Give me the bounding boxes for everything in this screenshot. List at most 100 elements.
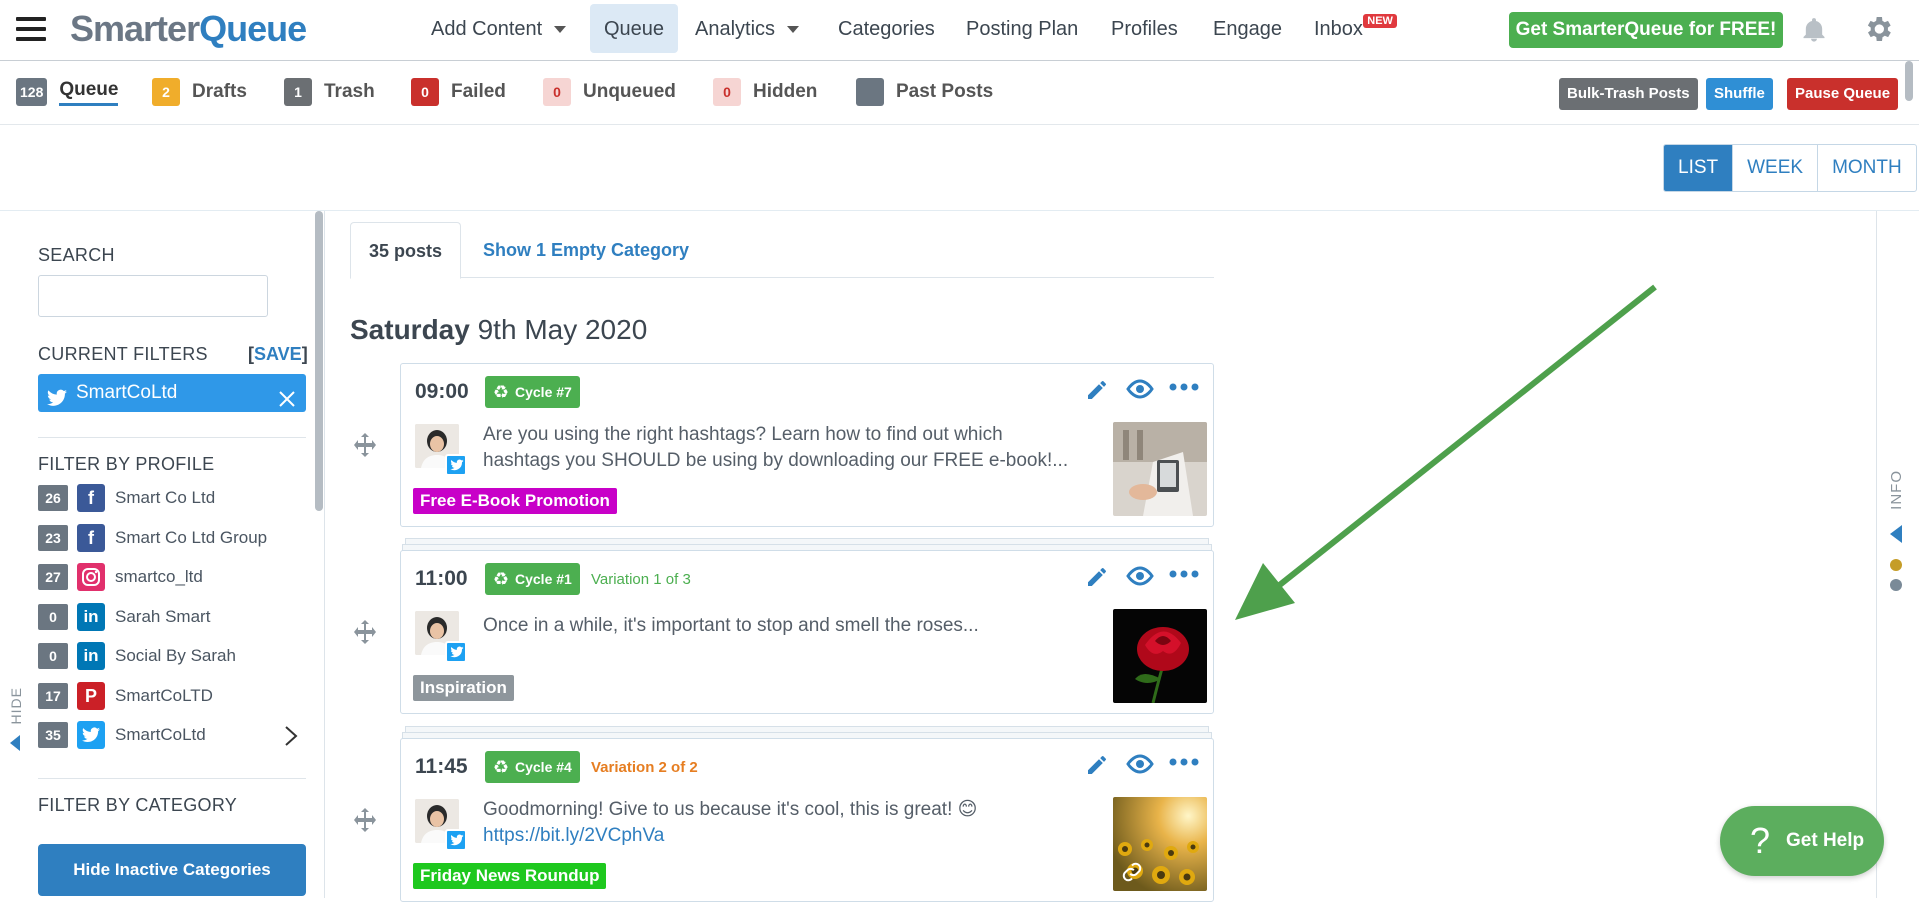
linkedin-icon: in bbox=[77, 603, 105, 631]
eye-icon[interactable] bbox=[1125, 752, 1155, 776]
post-image[interactable] bbox=[1113, 422, 1207, 516]
pause-queue-button[interactable]: Pause Queue bbox=[1787, 78, 1899, 110]
nav-inbox[interactable]: Inbox NEW bbox=[1314, 14, 1397, 41]
hide-inactive-categories-button[interactable]: Hide Inactive Categories bbox=[38, 844, 306, 896]
help-icon: ? bbox=[1750, 820, 1771, 861]
nav-add-content[interactable]: Add Content bbox=[431, 18, 567, 41]
cycle-badge: ♻ Cycle #1 bbox=[485, 563, 580, 595]
drag-handle-icon[interactable] bbox=[352, 432, 378, 458]
filter-sidebar: SEARCH CURRENT FILTERS [SAVE] SmartCoLtd… bbox=[0, 211, 325, 898]
tab-drafts[interactable]: 2 Drafts bbox=[152, 77, 247, 107]
edit-icon[interactable] bbox=[1085, 753, 1109, 777]
post-time: 11:45 bbox=[415, 755, 468, 778]
tab-failed[interactable]: 0 Failed bbox=[411, 77, 506, 107]
nav-profiles[interactable]: Profiles bbox=[1111, 18, 1178, 41]
post-image[interactable] bbox=[1113, 797, 1207, 891]
tab-queue[interactable]: 128 Queue bbox=[16, 77, 119, 107]
cycle-badge: ♻ Cycle #4 bbox=[485, 751, 580, 783]
instagram-icon bbox=[77, 563, 105, 591]
new-badge: NEW bbox=[1363, 14, 1397, 28]
eye-icon[interactable] bbox=[1125, 564, 1155, 588]
active-filter-chip[interactable]: SmartCoLtd bbox=[38, 374, 306, 412]
category-tag[interactable]: Friday News Roundup bbox=[413, 863, 607, 889]
tab-hidden[interactable]: 0 Hidden bbox=[713, 77, 817, 107]
count-badge: 26 bbox=[38, 485, 68, 511]
bell-icon[interactable] bbox=[1800, 16, 1828, 49]
facebook-icon: f bbox=[77, 484, 105, 512]
caret-left-icon bbox=[1890, 524, 1902, 543]
nav-queue[interactable]: Queue bbox=[590, 4, 679, 53]
bulk-trash-button[interactable]: Bulk-Trash Posts bbox=[1559, 78, 1698, 110]
profile-filter-item[interactable]: 17 P SmartCoLTD bbox=[38, 681, 306, 711]
search-input[interactable] bbox=[38, 275, 268, 317]
get-help-button[interactable]: ? Get Help bbox=[1720, 806, 1884, 876]
divider bbox=[38, 437, 306, 438]
gear-icon[interactable] bbox=[1862, 13, 1894, 50]
post-card[interactable]: 09:00 ♻ Cycle #7 Are you using the right … bbox=[400, 363, 1214, 527]
count-badge: 17 bbox=[38, 683, 68, 709]
drag-handle-icon[interactable] bbox=[352, 619, 378, 645]
view-list-button[interactable]: LIST bbox=[1664, 145, 1733, 191]
twitter-icon bbox=[445, 454, 467, 476]
profile-filter-item[interactable]: 0 in Social By Sarah bbox=[38, 641, 306, 671]
post-link[interactable]: https://bit.ly/2VCphVa bbox=[483, 825, 664, 846]
post-card[interactable]: 11:45 ♻ Cycle #4 Variation 2 of 2 Goodmor… bbox=[400, 738, 1214, 902]
logo[interactable]: SmarterQueue bbox=[70, 8, 307, 50]
queue-tabs-bar: 128 Queue 2 Drafts 1 Trash 0 Failed 0 Unqueue… bbox=[0, 61, 1919, 125]
chevron-down-icon bbox=[554, 26, 567, 34]
view-month-button[interactable]: MONTH bbox=[1817, 145, 1916, 191]
view-week-button[interactable]: WEEK bbox=[1732, 145, 1817, 191]
profile-filter-item[interactable]: 27 smartco_ltd bbox=[38, 562, 306, 592]
post-image[interactable] bbox=[1113, 609, 1207, 703]
nav-analytics[interactable]: Analytics bbox=[695, 18, 800, 41]
nav-engage[interactable]: Engage bbox=[1213, 18, 1282, 41]
count-badge: 0 bbox=[411, 78, 439, 106]
profile-filter-item[interactable]: 0 in Sarah Smart bbox=[38, 602, 306, 632]
caret-left-icon bbox=[10, 735, 20, 752]
post-actions bbox=[1085, 561, 1205, 591]
tab-past-posts[interactable]: Past Posts bbox=[856, 77, 993, 107]
show-empty-category-link[interactable]: Show 1 Empty Category bbox=[483, 222, 689, 278]
count-badge bbox=[856, 78, 884, 106]
pinterest-icon: P bbox=[77, 682, 105, 710]
profile-filter-item[interactable]: 35 SmartCoLtd bbox=[38, 720, 306, 750]
info-panel-toggle[interactable]: INFO bbox=[1878, 470, 1914, 591]
hide-sidebar-toggle[interactable]: HIDE bbox=[4, 687, 28, 757]
more-icon[interactable] bbox=[1169, 382, 1199, 392]
edit-icon[interactable] bbox=[1085, 378, 1109, 402]
get-free-button[interactable]: Get SmarterQueue for FREE! bbox=[1509, 12, 1783, 48]
annotation-arrow bbox=[1235, 284, 1657, 620]
more-icon[interactable] bbox=[1169, 757, 1199, 767]
profile-filter-item[interactable]: 26 f Smart Co Ltd bbox=[38, 483, 306, 513]
sidebar-scrollbar[interactable] bbox=[315, 211, 323, 511]
status-dot bbox=[1890, 558, 1902, 571]
category-tag[interactable]: Inspiration bbox=[413, 675, 514, 701]
edit-icon[interactable] bbox=[1085, 565, 1109, 589]
page-scrollbar[interactable] bbox=[1905, 61, 1913, 101]
twitter-icon bbox=[77, 721, 105, 749]
count-badge: 128 bbox=[16, 78, 48, 106]
close-icon[interactable] bbox=[278, 384, 296, 422]
tab-trash[interactable]: 1 Trash bbox=[284, 77, 375, 107]
tab-posts-count[interactable]: 35 posts bbox=[350, 222, 462, 279]
recycle-icon: ♻ bbox=[493, 569, 510, 589]
recycle-icon: ♻ bbox=[493, 382, 510, 402]
more-icon[interactable] bbox=[1169, 569, 1199, 579]
nav-posting-plan[interactable]: Posting Plan bbox=[966, 18, 1078, 41]
chevron-right-icon[interactable] bbox=[284, 725, 298, 752]
nav-categories[interactable]: Categories bbox=[838, 18, 935, 41]
category-tag[interactable]: Free E-Book Promotion bbox=[413, 488, 617, 514]
count-badge: 0 bbox=[543, 78, 571, 106]
count-badge: 1 bbox=[284, 78, 312, 106]
save-filters-link[interactable]: [SAVE] bbox=[248, 344, 308, 365]
count-badge: 0 bbox=[38, 643, 68, 669]
drag-handle-icon[interactable] bbox=[352, 807, 378, 833]
eye-icon[interactable] bbox=[1125, 377, 1155, 401]
profile-filter-item[interactable]: 23 f Smart Co Ltd Group bbox=[38, 523, 306, 553]
status-dot bbox=[1890, 578, 1902, 591]
shuffle-button[interactable]: Shuffle bbox=[1706, 78, 1773, 110]
tab-unqueued[interactable]: 0 Unqueued bbox=[543, 77, 676, 107]
menu-icon[interactable] bbox=[16, 17, 46, 41]
current-filters-title: CURRENT FILTERS bbox=[38, 344, 208, 364]
post-card[interactable]: 11:00 ♻ Cycle #1 Variation 1 of 3 Once in… bbox=[400, 550, 1214, 714]
